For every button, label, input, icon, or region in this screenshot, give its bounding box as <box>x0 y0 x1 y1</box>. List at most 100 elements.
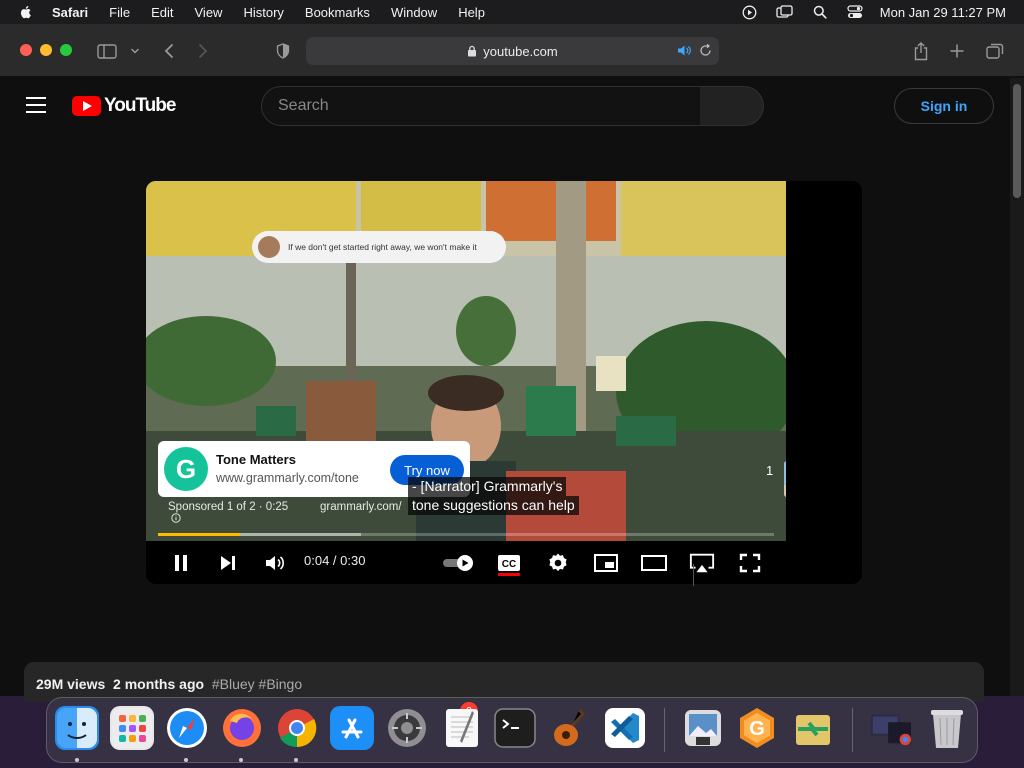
youtube-header: YouTube Search Sign in <box>0 78 1010 134</box>
reload-icon[interactable] <box>699 43 712 60</box>
hashtags[interactable]: #Bluey #Bingo <box>212 676 302 692</box>
ad-title: Tone Matters <box>216 452 296 467</box>
new-tab-icon[interactable] <box>946 40 968 62</box>
text-cursor-divider <box>693 564 694 586</box>
video-player[interactable]: If we don't get started right away, we w… <box>146 181 862 584</box>
menu-view[interactable]: View <box>195 5 223 20</box>
sponsored-url[interactable]: grammarly.com/ <box>320 501 402 513</box>
finder-icon[interactable] <box>55 706 99 750</box>
apple-icon[interactable] <box>18 4 34 20</box>
autoplay-toggle[interactable] <box>442 550 478 576</box>
share-icon[interactable] <box>910 40 932 62</box>
chevron-down-icon[interactable] <box>124 40 146 62</box>
forward-icon[interactable] <box>192 40 214 62</box>
search-button[interactable] <box>700 86 764 126</box>
page-scrollbar[interactable] <box>1010 78 1024 696</box>
control-center-icon[interactable] <box>846 4 864 20</box>
sign-in-label: Sign in <box>920 98 968 114</box>
tab-overview-icon[interactable] <box>984 40 1006 62</box>
avatar <box>258 236 280 258</box>
youtube-page: YouTube Search Sign in If we don't get s… <box>0 78 1010 702</box>
lock-icon <box>468 45 477 57</box>
bubble-text: If we don't get started right away, we w… <box>288 242 477 252</box>
caption-line-1: - [Narrator] Grammarly's <box>408 477 567 496</box>
audio-playing-icon[interactable] <box>677 44 691 60</box>
menu-hamburger-icon[interactable] <box>26 97 46 113</box>
maximize-window-button[interactable] <box>60 44 72 56</box>
menu-bookmarks[interactable]: Bookmarks <box>305 5 370 20</box>
settings-button[interactable] <box>545 550 571 576</box>
garageband-icon[interactable] <box>548 706 592 750</box>
privacy-shield-icon[interactable] <box>272 40 294 62</box>
video-frame[interactable]: If we don't get started right away, we w… <box>146 181 786 541</box>
safari-icon[interactable] <box>165 706 209 750</box>
screenshot-folder-icon[interactable] <box>869 706 913 750</box>
video-description-box[interactable]: 29M views 2 months ago #Bluey #Bingo <box>24 662 984 702</box>
menu-app-safari[interactable]: Safari <box>52 5 88 20</box>
info-icon[interactable] <box>171 513 181 523</box>
search-input[interactable]: Search <box>261 86 701 126</box>
terminal-icon[interactable] <box>493 706 537 750</box>
sign-in-button[interactable]: Sign in <box>894 88 994 124</box>
address-bar[interactable]: youtube.com <box>306 37 719 65</box>
close-window-button[interactable] <box>20 44 32 56</box>
cc-icon: CC <box>498 555 520 571</box>
next-button[interactable] <box>215 550 241 576</box>
migration-icon[interactable] <box>791 706 835 750</box>
theater-mode-button[interactable] <box>641 550 667 576</box>
fullscreen-button[interactable] <box>737 550 763 576</box>
firefox-running-dot <box>239 758 243 762</box>
fullscreen-icon <box>739 553 761 573</box>
cc-label: CC <box>502 559 516 570</box>
progress-bar[interactable] <box>158 533 774 536</box>
window-controls <box>20 44 72 56</box>
textedit-icon[interactable] <box>440 706 484 750</box>
pause-button[interactable] <box>168 550 194 576</box>
miniplayer-button[interactable] <box>593 550 619 576</box>
menu-window[interactable]: Window <box>391 5 437 20</box>
chrome-icon[interactable] <box>275 706 319 750</box>
preview-icon[interactable] <box>681 706 725 750</box>
video-meta: 29M views 2 months ago #Bluey #Bingo <box>36 676 302 692</box>
firefox-icon[interactable] <box>220 706 264 750</box>
volume-icon <box>266 556 285 570</box>
vscode-icon[interactable] <box>603 706 647 750</box>
sidebar-toggle-icon[interactable] <box>96 40 118 62</box>
system-settings-icon[interactable] <box>385 706 429 750</box>
menu-clock[interactable]: Mon Jan 29 11:27 PM <box>880 5 1006 20</box>
menu-help[interactable]: Help <box>458 5 485 20</box>
menu-edit[interactable]: Edit <box>151 5 173 20</box>
spotlight-search-icon[interactable] <box>811 4 829 20</box>
sponsored-label: Sponsored 1 of 2 · 0:25 <box>168 501 288 523</box>
autoplay-icon <box>443 555 473 571</box>
youtube-logo[interactable]: YouTube <box>72 95 176 117</box>
minimize-window-button[interactable] <box>40 44 52 56</box>
window-switch-icon[interactable] <box>776 4 794 20</box>
try-now-label: Try now <box>404 462 450 478</box>
safari-running-dot <box>184 758 188 762</box>
next-video-thumbnail[interactable] <box>784 461 786 497</box>
svg-text:G: G <box>749 718 765 740</box>
app-store-icon[interactable] <box>330 706 374 750</box>
screen-record-icon[interactable] <box>741 4 759 20</box>
search-placeholder: Search <box>278 97 329 114</box>
launchpad-icon[interactable] <box>110 706 154 750</box>
captions-active-indicator <box>498 573 520 576</box>
address-text: youtube.com <box>483 43 558 59</box>
view-count: 29M views <box>36 676 106 692</box>
menu-history[interactable]: History <box>243 5 283 20</box>
volume-button[interactable] <box>262 550 288 576</box>
scrollbar-thumb[interactable] <box>1013 84 1021 198</box>
sponsored-text: Sponsored 1 of 2 · 0:25 <box>168 501 289 513</box>
closed-caption: - [Narrator] Grammarly's tone suggestion… <box>408 477 579 515</box>
grammarly-icon[interactable]: G <box>735 706 779 750</box>
trash-icon[interactable] <box>925 706 969 750</box>
theater-icon <box>641 555 667 571</box>
time-display: 0:04 / 0:30 <box>304 553 366 568</box>
back-icon[interactable] <box>158 40 180 62</box>
ad-url[interactable]: www.grammarly.com/tone <box>216 471 359 485</box>
overlay-chat-bubble: If we don't get started right away, we w… <box>252 231 506 263</box>
menu-file[interactable]: File <box>109 5 130 20</box>
miniplayer-icon <box>594 554 618 572</box>
progress-played <box>158 533 240 536</box>
